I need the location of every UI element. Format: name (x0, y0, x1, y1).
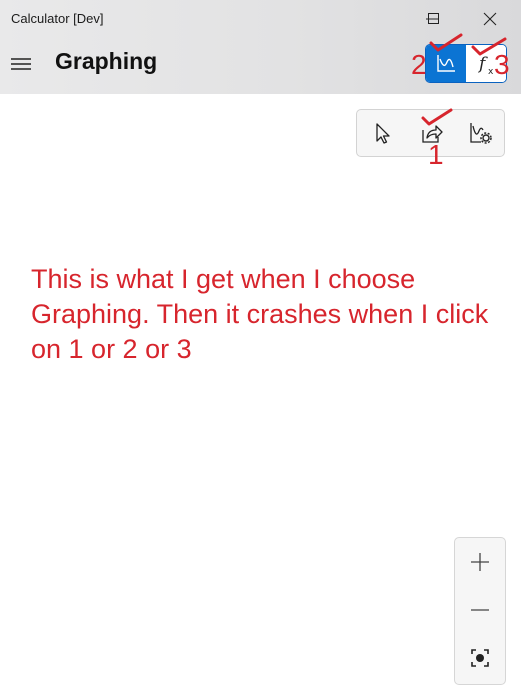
annotation-marker-1: 1 (428, 139, 444, 170)
select-cursor-button[interactable] (359, 110, 407, 156)
annotation-marker-2: 2 (411, 49, 427, 80)
maximize-icon (428, 13, 439, 24)
close-button[interactable] (467, 0, 513, 36)
select-cursor-icon (376, 123, 390, 144)
graph-canvas[interactable] (0, 94, 521, 700)
zoom-in-icon (471, 553, 489, 571)
window-title: Calculator [Dev] (11, 11, 104, 26)
annotation-check-2-icon (429, 33, 463, 52)
hamburger-icon (11, 58, 31, 70)
hamburger-menu-button[interactable] (8, 52, 34, 76)
mode-title: Graphing (55, 48, 158, 74)
reset-view-icon (471, 649, 489, 667)
reset-view-button[interactable] (455, 634, 505, 682)
close-icon (483, 12, 497, 26)
graph-settings-icon (470, 123, 492, 144)
graph-settings-button[interactable] (456, 110, 504, 156)
zoom-out-button[interactable] (455, 586, 505, 634)
annotation-check-3-icon (471, 37, 507, 56)
annotation-check-1-icon (421, 108, 453, 126)
zoom-in-button[interactable] (455, 538, 505, 586)
zoom-controls (454, 537, 506, 685)
annotation-text: This is what I get when I choose Graphin… (31, 264, 489, 364)
zoom-out-icon (471, 609, 489, 611)
